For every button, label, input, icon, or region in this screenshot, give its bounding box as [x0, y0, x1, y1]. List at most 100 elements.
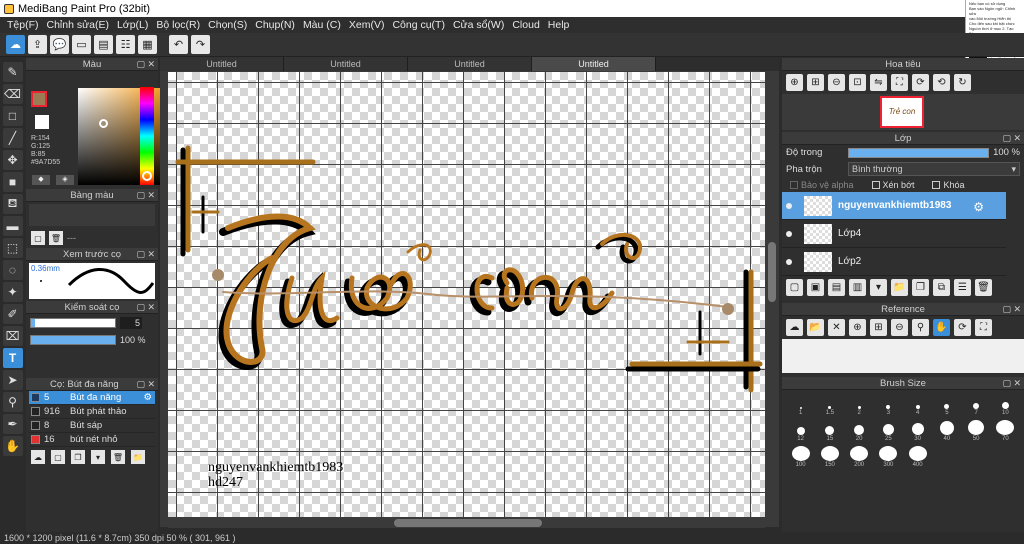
color-swap-icon[interactable]: ◆ — [32, 175, 50, 185]
document-tab[interactable]: Untitled — [284, 57, 408, 71]
brush-size-option[interactable]: 5 — [932, 394, 961, 416]
delete-brush-icon[interactable]: 🗑 — [111, 450, 125, 464]
eyedropper-tool-icon[interactable]: ⚲ — [2, 392, 23, 412]
undo-icon[interactable]: ↶ — [169, 35, 188, 54]
merge-layer-icon[interactable]: ⧉ — [933, 279, 950, 296]
brush-size-option[interactable]: 15 — [815, 420, 844, 442]
brush-size-option[interactable]: 20 — [845, 420, 874, 442]
panel-list-icon[interactable]: ☷ — [116, 35, 135, 54]
brush-opacity-slider[interactable] — [30, 335, 116, 345]
hand-tool-icon[interactable]: ✋ — [2, 436, 23, 456]
new-8bit-layer-icon[interactable]: ▤ — [828, 279, 845, 296]
new-halftone-layer-icon[interactable]: ▣ — [807, 279, 824, 296]
operation-tool-icon[interactable]: ➤ — [2, 370, 23, 390]
brush-folder-icon[interactable]: 📁 — [131, 450, 145, 464]
gear-icon[interactable]: ⚙ — [973, 200, 984, 214]
rotate-icon[interactable]: ⟳ — [912, 74, 929, 91]
delete-layer-icon[interactable]: 🗑 — [975, 279, 992, 296]
rotate-right-icon[interactable]: ↻ — [954, 74, 971, 91]
reference-fit-icon[interactable]: ⊞ — [870, 319, 887, 336]
brush-list-item[interactable]: 916 Bút phát thảo — [29, 405, 155, 419]
line-tool-icon[interactable]: ╱ — [2, 128, 23, 148]
color-reset-icon[interactable]: ◈ — [56, 175, 74, 185]
lock-checkbox[interactable]: Khóa — [932, 180, 965, 190]
secondary-color-swatch[interactable] — [35, 115, 49, 129]
new-1bit-layer-icon[interactable]: ▥ — [849, 279, 866, 296]
visibility-icon[interactable] — [786, 230, 792, 237]
reference-zoom-in-icon[interactable]: ⊕ — [849, 319, 866, 336]
zoom-in-icon[interactable]: ⊕ — [786, 74, 803, 91]
speech-bubble-icon[interactable]: ▭ — [72, 35, 91, 54]
grid-icon[interactable]: ▦ — [138, 35, 157, 54]
sv-picker-handle[interactable] — [99, 119, 108, 128]
move-tool-icon[interactable]: ✥ — [2, 150, 23, 170]
brush-size-option[interactable]: 300 — [874, 446, 903, 468]
brush-size-option[interactable]: 7 — [962, 394, 991, 416]
new-palette-icon[interactable]: ▢ — [31, 231, 45, 245]
menu-item[interactable]: Help — [546, 19, 576, 31]
lasso-tool-icon[interactable]: ◌ — [2, 260, 23, 280]
vertical-scroll-thumb[interactable] — [768, 242, 776, 302]
document-tab[interactable]: Untitled — [408, 57, 532, 71]
reference-zoom-out-icon[interactable]: ⊖ — [891, 319, 908, 336]
menu-item[interactable]: Lớp(L) — [115, 19, 154, 31]
magic-wand-tool-icon[interactable]: ✦ — [2, 282, 23, 302]
brush-size-option[interactable]: 1.5 — [815, 394, 844, 416]
fill-rect-tool-icon[interactable]: ■ — [2, 172, 23, 192]
visibility-icon[interactable] — [786, 258, 792, 265]
navigator-preview[interactable]: Trẻ con — [880, 96, 924, 128]
zoom-out-icon[interactable]: ⊖ — [828, 74, 845, 91]
reference-eyedropper-icon[interactable]: ⚲ — [912, 319, 929, 336]
navigator-thumbnail[interactable]: Trẻ con — [782, 94, 1024, 130]
cloud-brush-icon[interactable]: ☁ — [31, 450, 45, 464]
flip-icon[interactable]: ⇋ — [870, 74, 887, 91]
zoom-fit-icon[interactable]: ⊞ — [807, 74, 824, 91]
protect-alpha-checkbox[interactable]: Bảo vệ alpha — [790, 180, 854, 190]
horizontal-scrollbar[interactable] — [168, 517, 765, 528]
brush-size-option[interactable]: 30 — [903, 420, 932, 442]
document-tab[interactable]: Untitled — [160, 57, 284, 71]
brush-size-slider[interactable] — [30, 318, 116, 328]
brush-size-option[interactable]: 200 — [845, 446, 874, 468]
brush-size-option[interactable]: 40 — [932, 420, 961, 442]
reference-hand-icon[interactable]: ✋ — [933, 319, 950, 336]
document-canvas[interactable]: nguyenvankhiemtb1983 hd247 — [168, 72, 765, 517]
menu-item[interactable]: Xem(V) — [347, 19, 391, 31]
add-layer-dropdown-icon[interactable]: ▾ — [870, 279, 887, 296]
bucket-tool-icon[interactable]: ⛾ — [2, 194, 23, 214]
brush-size-option[interactable]: 10 — [991, 394, 1020, 416]
new-layer-icon[interactable]: ▢ — [786, 279, 803, 296]
layer-folder-icon[interactable]: 📁 — [891, 279, 908, 296]
brush-size-option[interactable]: 2 — [845, 394, 874, 416]
text-tool-icon[interactable]: T — [2, 348, 23, 368]
select-rect-tool-icon[interactable]: ⬚ — [2, 238, 23, 258]
reset-rotate-icon[interactable]: ⟲ — [933, 74, 950, 91]
duplicate-layer-icon[interactable]: ❐ — [912, 279, 929, 296]
reference-fullscreen-icon[interactable]: ⛶ — [975, 319, 992, 336]
blend-mode-select[interactable]: Bình thường ▾ — [848, 162, 1020, 176]
export-icon[interactable]: ⇪ — [28, 35, 47, 54]
fit-window-icon[interactable]: ⛶ — [891, 74, 908, 91]
reference-view[interactable] — [782, 339, 1024, 373]
pen-tool-icon[interactable]: ✒ — [2, 414, 23, 434]
brush-list-item[interactable]: 8 Bút sáp — [29, 419, 155, 433]
cloud-reference-icon[interactable]: ☁ — [786, 319, 803, 336]
menu-item[interactable]: Chụp(N) — [253, 19, 301, 31]
layer-opacity-slider[interactable] — [848, 147, 990, 158]
new-brush-icon[interactable]: ▢ — [51, 450, 65, 464]
brush-size-option[interactable]: 100 — [786, 446, 815, 468]
brush-size-option[interactable]: 3 — [874, 394, 903, 416]
menu-item[interactable]: Cloud — [510, 19, 545, 31]
layer-row[interactable]: Lớp4 — [782, 220, 1006, 248]
panel-close-icon[interactable]: ▢ ✕ — [136, 248, 155, 261]
hue-slider-handle[interactable] — [142, 171, 152, 181]
redo-icon[interactable]: ↷ — [191, 35, 210, 54]
brush-list-item[interactable]: 5 Bút đa năng ⚙ — [29, 391, 155, 405]
menu-item[interactable]: Chọn(S) — [206, 19, 253, 31]
horizontal-scroll-thumb[interactable] — [394, 519, 542, 527]
menu-item[interactable]: Tệp(F) — [5, 19, 45, 31]
open-reference-icon[interactable]: 📂 — [807, 319, 824, 336]
panel-close-icon[interactable]: ▢ ✕ — [1002, 303, 1021, 316]
brush-size-option[interactable]: 50 — [962, 420, 991, 442]
brush-size-value[interactable]: 5 — [120, 317, 142, 329]
